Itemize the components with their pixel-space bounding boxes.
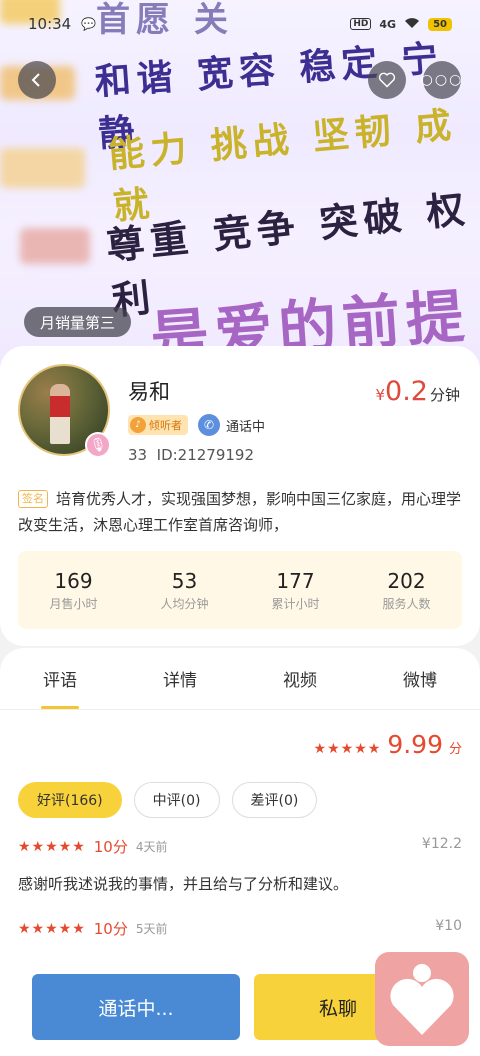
user-id: ID:21279192 [156, 446, 255, 464]
stat-label: 服务人数 [382, 596, 431, 611]
stats-panel: 169 月售小时 53 人均分钟 177 累计小时 202 服务人数 [18, 551, 462, 629]
profile-card: 🎙 易和 ♪ 倾听者 ✆ 通话中 33 ID:21279192 ¥ 0.2 分钟… [0, 346, 480, 646]
listener-badge-label: 倾听者 [149, 419, 182, 432]
overall-score: 9.99 [387, 730, 443, 759]
status-bar: 10:34 💬 HD 4G 50 [0, 0, 480, 48]
tab-videos[interactable]: 视频 [240, 648, 360, 709]
tab-weibo[interactable]: 微博 [360, 648, 480, 709]
rank-tag: 月销量第三 [24, 307, 132, 337]
tab-bar: 评语 详情 视频 微博 [0, 648, 480, 710]
microphone-icon: 🎙 [85, 432, 111, 458]
review-time: 5天前 [135, 922, 168, 936]
review-item: ★★★★★ 10分 4天前 ¥12.2 感谢听我述说我的事情，并且给与了分析和建… [18, 836, 462, 894]
hd-badge: HD [350, 18, 372, 30]
listener-badge: ♪ 倾听者 [128, 415, 188, 435]
review-time: 4天前 [135, 840, 168, 854]
stat-label: 月售小时 [49, 596, 98, 611]
stat-label: 人均分钟 [160, 596, 209, 611]
tag-row: ♪ 倾听者 ✆ 通话中 [128, 414, 265, 436]
star-rating-icon: ★★★★★ [313, 741, 382, 757]
stat-monthly-hours: 169 月售小时 [18, 551, 129, 629]
review-meta: ★★★★★ 10分 5天前 [18, 918, 462, 939]
blurred-patch [0, 148, 85, 188]
review-meta: ★★★★★ 10分 4天前 [18, 836, 462, 857]
stat-value: 169 [54, 568, 93, 593]
review-text: 感谢听我述说我的事情，并且给与了分析和建议。 [18, 875, 349, 893]
filter-negative[interactable]: 差评(0) [231, 782, 318, 818]
call-button[interactable]: 通话中... [32, 974, 240, 1040]
review-stars-icon: ★★★★★ [18, 920, 86, 937]
blurred-patch [20, 228, 90, 264]
stat-clients: 202 服务人数 [351, 551, 462, 629]
review-score: 10分 [93, 838, 128, 856]
listener-name: 易和 [128, 380, 170, 404]
review-filters: 好评(166) 中评(0) 差评(0) [18, 782, 318, 818]
stat-value: 53 [171, 568, 198, 593]
phone-icon: ✆ [198, 414, 220, 436]
signature: 签名 培育优秀人才，实现强国梦想，影响中国三亿家庭，用心理学改变生活，沐恩心理工作… [18, 486, 466, 538]
call-status-label: 通话中 [226, 419, 266, 435]
more-button[interactable]: ○○○ [420, 61, 464, 99]
price: ¥ 0.2 分钟 [375, 376, 460, 407]
chevron-left-icon [31, 73, 40, 87]
filter-neutral[interactable]: 中评(0) [133, 782, 220, 818]
stat-label: 累计小时 [271, 596, 320, 611]
signature-text: 培育优秀人才，实现强国梦想，影响中国三亿家庭，用心理学改变生活，沐恩心理工作室首… [18, 490, 462, 534]
battery-indicator: 50 [428, 17, 452, 31]
floating-heart-button[interactable] [375, 952, 469, 1046]
review-stars-icon: ★★★★★ [18, 838, 86, 855]
review-section: 评语 详情 视频 微博 ★★★★★ 9.99 分 好评(166) 中评(0) 差… [0, 648, 480, 968]
stat-value: 177 [276, 568, 315, 593]
overall-rating: ★★★★★ 9.99 分 [314, 730, 462, 759]
ear-icon: ♪ [130, 417, 146, 433]
status-time: 10:34 [28, 15, 72, 33]
review-score: 10分 [93, 920, 128, 938]
more-dots-icon: ○○○ [420, 72, 464, 88]
level-value: 33 [128, 446, 148, 464]
stat-value: 202 [387, 568, 426, 593]
signature-label: 签名 [18, 490, 48, 508]
review-price: ¥10 [435, 918, 462, 934]
heart-person-icon [390, 964, 454, 1035]
network-indicator: 4G [379, 17, 397, 31]
overall-score-unit: 分 [448, 742, 462, 757]
stat-avg-minutes: 53 人均分钟 [129, 551, 240, 629]
back-button[interactable] [18, 61, 56, 99]
wifi-icon [404, 17, 420, 32]
review-item: ★★★★★ 10分 5天前 ¥10 [18, 918, 462, 939]
tab-reviews[interactable]: 评语 [0, 648, 120, 709]
stat-total-hours: 177 累计小时 [240, 551, 351, 629]
price-value: 0.2 [385, 376, 428, 407]
call-status: ✆ 通话中 [198, 414, 265, 436]
tab-details[interactable]: 详情 [120, 648, 240, 709]
heart-outline-icon [378, 72, 396, 88]
review-price: ¥12.2 [421, 836, 462, 852]
favorite-button[interactable] [368, 61, 406, 99]
id-line: 33 ID:21279192 [128, 446, 254, 464]
price-unit: 分钟 [429, 386, 460, 404]
filter-positive[interactable]: 好评(166) [18, 782, 122, 818]
avatar-figure [50, 384, 70, 444]
wechat-icon: 💬 [81, 17, 97, 31]
price-currency: ¥ [375, 386, 386, 404]
